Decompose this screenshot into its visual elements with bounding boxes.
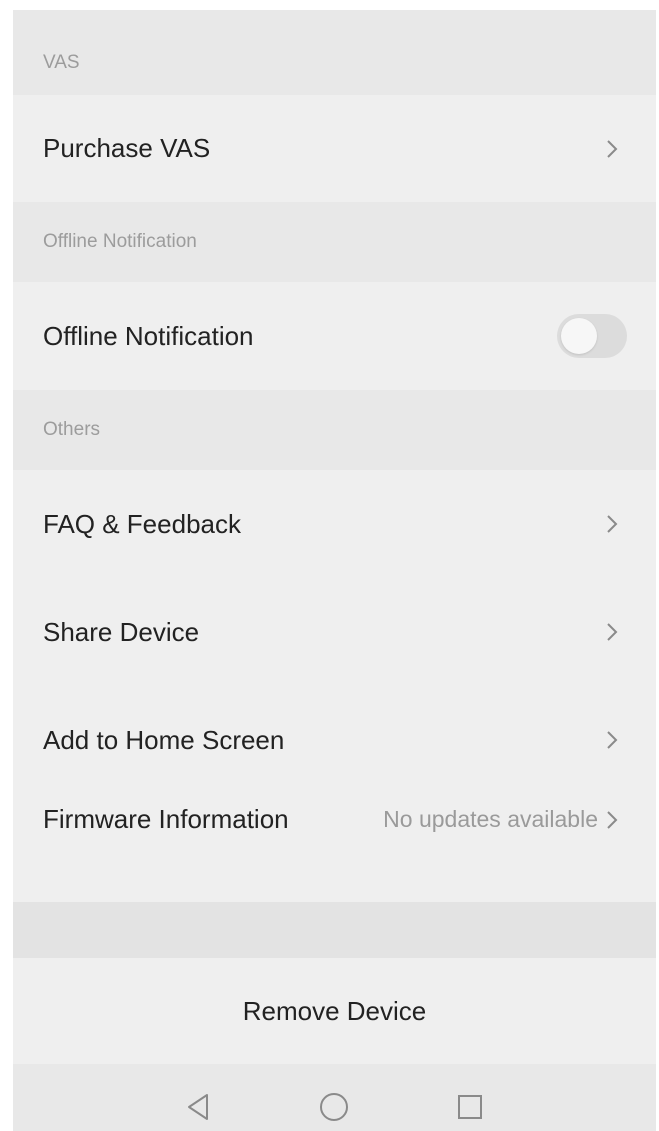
back-triangle-icon[interactable]: [181, 1090, 215, 1124]
offline-notification-row: Offline Notification: [13, 282, 656, 390]
chevron-right-icon: [600, 137, 624, 161]
row-right: [600, 512, 624, 536]
row-label: Firmware Information: [43, 804, 289, 834]
section-header-label: Others: [43, 419, 101, 440]
offline-notification-toggle[interactable]: [557, 314, 627, 358]
section-gap: [13, 902, 656, 958]
faq-feedback-row[interactable]: FAQ & Feedback: [13, 470, 656, 578]
remove-device-label: Remove Device: [242, 995, 427, 1026]
row-spacer: [13, 876, 656, 902]
section-header-others: Others: [13, 390, 656, 470]
recents-square-icon[interactable]: [453, 1090, 487, 1124]
row-label: Add to Home Screen: [43, 724, 285, 755]
share-device-row[interactable]: Share Device: [13, 578, 656, 686]
row-label: Purchase VAS: [43, 133, 211, 163]
section-header-vas: VAS: [13, 10, 656, 95]
section-header-offline-notification: Offline Notification: [13, 202, 656, 282]
settings-screen: VAS Purchase VAS Offline Notification Of…: [13, 10, 656, 1131]
row-label: Share Device: [43, 616, 200, 647]
row-right: [600, 137, 624, 161]
chevron-right-icon: [600, 808, 624, 832]
row-label: FAQ & Feedback: [43, 508, 241, 539]
row-label: Offline Notification: [43, 320, 254, 351]
system-navigation-bar: [13, 1064, 656, 1131]
row-right: No updates available: [383, 804, 624, 833]
firmware-information-row[interactable]: Firmware Information No updates availabl…: [13, 794, 656, 876]
row-right: [600, 620, 624, 644]
toggle-knob: [561, 318, 597, 354]
section-header-label: Offline Notification: [43, 231, 197, 252]
add-to-home-screen-row[interactable]: Add to Home Screen: [13, 686, 656, 794]
chevron-right-icon: [600, 728, 624, 752]
remove-device-button[interactable]: Remove Device: [13, 958, 656, 1064]
chevron-right-icon: [600, 620, 624, 644]
purchase-vas-row[interactable]: Purchase VAS: [13, 95, 656, 202]
chevron-right-icon: [600, 512, 624, 536]
home-circle-icon[interactable]: [317, 1090, 351, 1124]
firmware-status-text: No updates available: [383, 806, 598, 832]
row-right: [600, 728, 624, 752]
section-header-label: VAS: [43, 52, 80, 73]
